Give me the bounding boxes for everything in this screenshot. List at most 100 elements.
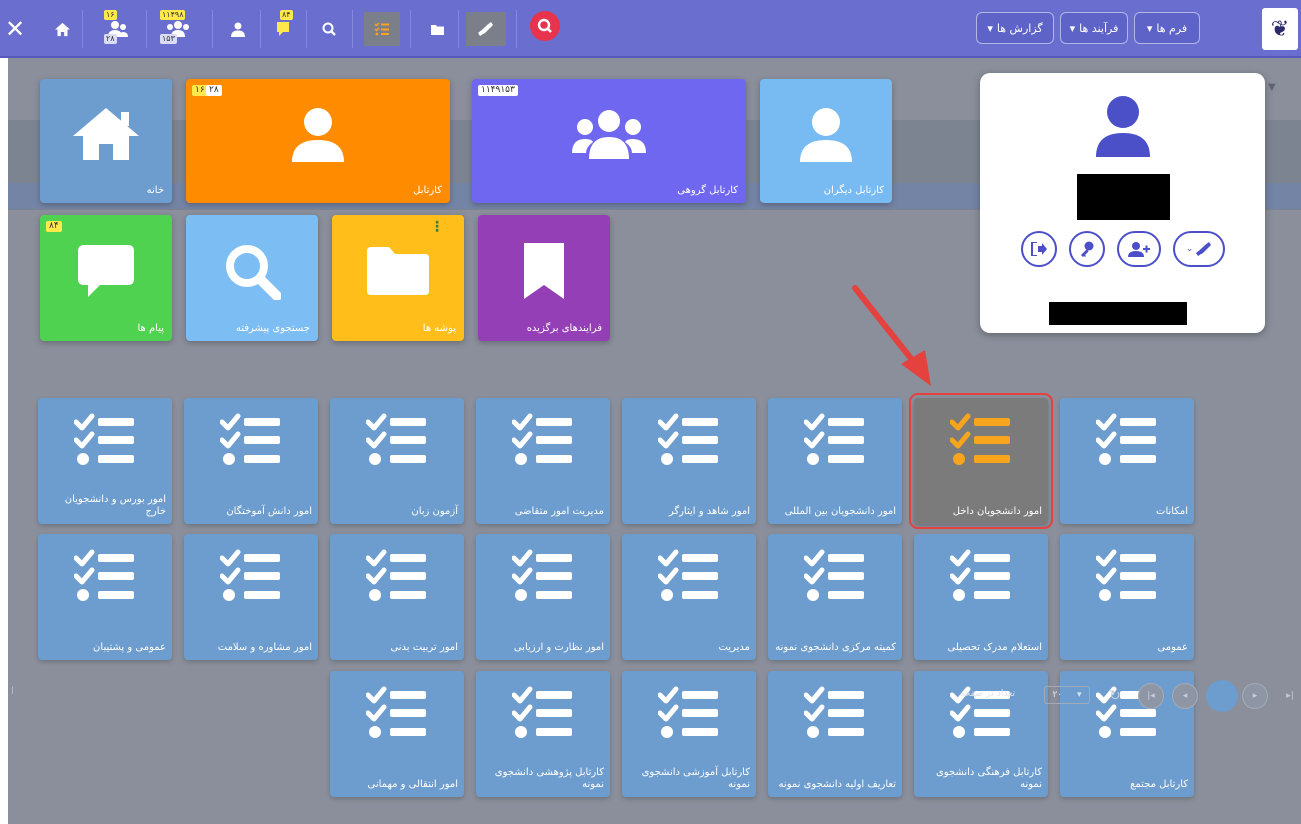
people-icon[interactable]: ۱۱۴۹۸ ۱۵۳	[158, 10, 198, 46]
menu-tile[interactable]: امور نظارت و ارزیابی	[476, 534, 610, 660]
university-logo-icon: ❦	[1262, 8, 1298, 50]
menu-tile[interactable]: استعلام مدرک تحصیلی	[914, 534, 1048, 660]
tile-group-kartable[interactable]: ۱۱۴۹۱۵۳ کارتابل گروهی	[472, 79, 746, 203]
checklist-icon	[1095, 413, 1158, 471]
message-icon[interactable]: ۸۴	[270, 10, 296, 46]
menu-tile[interactable]: امور تربیت بدنی	[330, 534, 464, 660]
menu-tile[interactable]: امور دانشجویان بین المللی	[768, 398, 902, 524]
menu-tile[interactable]: امور مشاوره و سلامت	[184, 534, 318, 660]
processes-menu-button[interactable]: ▾ فرآیند ها	[1060, 12, 1128, 44]
menu-tile[interactable]: مدیریت	[622, 534, 756, 660]
menu-tile[interactable]: آزمون زبان	[330, 398, 464, 524]
tile-label: فرایندهای برگزیده	[526, 323, 602, 334]
badge: ۱۶	[104, 10, 117, 20]
tile-kartable[interactable]: ۱۶ ۲۸ کارتابل	[186, 79, 450, 203]
menu-tile[interactable]: کارتابل پژوهشی دانشجوی نمونه	[476, 671, 610, 797]
home-icon[interactable]	[50, 12, 74, 46]
menu-tile[interactable]: امور بورس و دانشجویان خارج	[38, 398, 172, 524]
left-edge	[0, 58, 8, 824]
menu-tile-label: تعاریف اولیه دانشجوی نمونه	[778, 779, 896, 790]
search-icon[interactable]	[318, 12, 340, 46]
user-icon	[290, 106, 346, 166]
badge: ۱۱۴۹۸	[160, 10, 186, 20]
checklist-icon	[365, 686, 428, 744]
menu-tile[interactable]: کارتابل آموزشی دانشجوی نمونه	[622, 671, 756, 797]
menu-tile[interactable]: تعاریف اولیه دانشجوی نمونه	[768, 671, 902, 797]
key-icon	[1081, 241, 1094, 257]
tile-folders[interactable]: ⋮ پوشه ها	[332, 215, 464, 341]
menu-tile-label: مدیریت امور متقاضی	[514, 506, 604, 517]
badge: ۸۴	[280, 10, 293, 20]
close-icon[interactable]: ✕	[4, 12, 26, 46]
task-list-icon[interactable]	[364, 12, 400, 46]
tile-favorite-processes[interactable]: فرایندهای برگزیده	[478, 215, 610, 341]
menu-tile-label: کارتابل آموزشی دانشجوی نمونه	[641, 767, 750, 790]
tile-label: پوشه ها	[422, 323, 456, 334]
menu-tile[interactable]: امور شاهد و ایثارگر	[622, 398, 756, 524]
checklist-icon	[219, 413, 282, 471]
last-page-icon[interactable]: ▸|	[1277, 683, 1301, 709]
menu-tile-label: امور شاهد و ایثارگر	[668, 506, 750, 517]
top-bar: ✕ ۱۶ ۲۸ ۱۱۴۹۸ ۱۵۳ ۸۴ ▾گزارش ها ▾فرآیند	[0, 0, 1301, 58]
menu-tile-label: امور انتقالی و مهمانی	[367, 779, 458, 790]
checklist-icon	[365, 413, 428, 471]
checklist-icon	[803, 413, 866, 471]
folder-icon	[367, 246, 429, 299]
menu-tile[interactable]: امکانات	[1060, 398, 1194, 524]
menu-tile-label: کارتابل پژوهشی دانشجوی نمونه	[494, 767, 604, 790]
folder-icon[interactable]	[426, 12, 448, 46]
redacted-name	[1077, 174, 1170, 220]
first-page-icon[interactable]: |◂	[1138, 683, 1164, 709]
forms-menu-button[interactable]: ▾ فرم ها	[1134, 12, 1200, 44]
tile-label: پیام ها	[137, 323, 164, 334]
tile-others-kartable[interactable]: کارتابل دیگران	[760, 79, 892, 203]
page-size-select[interactable]: ۲۰ ▾	[1044, 686, 1090, 704]
profile-card: ⌄	[980, 73, 1265, 333]
menu-tile[interactable]: عمومی	[1060, 534, 1194, 660]
logout-icon	[1031, 242, 1047, 256]
change-password-button[interactable]	[1069, 231, 1105, 267]
checklist-icon	[657, 549, 720, 607]
reports-menu-button[interactable]: ▾ گزارش ها	[976, 12, 1054, 44]
checklist-icon	[1095, 549, 1158, 607]
more-vertical-icon[interactable]: ⋮	[430, 219, 444, 235]
chevron-down-icon: ▾	[987, 21, 993, 35]
current-page-indicator[interactable]	[1206, 680, 1238, 712]
menu-tile[interactable]: عمومی و پشتیبان	[38, 534, 172, 660]
tile-home[interactable]: خانه	[40, 79, 172, 203]
prev-page-icon[interactable]: ◂	[1172, 683, 1198, 709]
tile-messages[interactable]: ۸۴ پیام ها	[40, 215, 172, 341]
user-plus-icon	[1128, 241, 1150, 257]
phone-dropdown-button[interactable]: ⌄	[1173, 231, 1225, 267]
menu-tile[interactable]: امور دانش آموختگان	[184, 398, 318, 524]
filter-icon: ▼	[1268, 82, 1276, 93]
menu-tile[interactable]: کمیته مرکزی دانشجوی نمونه	[768, 534, 902, 660]
menu-tile-label: امور مشاوره و سلامت	[217, 642, 312, 653]
next-page-icon[interactable]: ▸	[1242, 683, 1268, 709]
checklist-icon	[803, 549, 866, 607]
menu-tile-selected[interactable]: امور دانشجویان داخل	[909, 393, 1053, 529]
page-size-value: ۲۰	[1052, 690, 1063, 700]
phone-icon[interactable]	[466, 12, 506, 46]
tile-label: خانه	[146, 185, 164, 196]
menu-tile-label: آزمون زبان	[411, 506, 458, 517]
logout-button[interactable]	[1021, 231, 1057, 267]
home-icon	[71, 106, 141, 166]
menu-tile[interactable]: مدیریت امور متقاضی	[476, 398, 610, 524]
badge: ۱۵۳	[160, 34, 177, 44]
user-icon[interactable]	[226, 12, 250, 46]
tile-advanced-search[interactable]: جستجوی پیشرفته	[186, 215, 318, 341]
add-user-button[interactable]	[1117, 231, 1161, 267]
checklist-icon	[949, 549, 1012, 607]
checklist-icon	[219, 549, 282, 607]
redacted-info	[1049, 302, 1187, 325]
red-search-icon[interactable]	[530, 11, 560, 41]
menu-tile[interactable]: امور انتقالی و مهمانی	[330, 671, 464, 797]
menu-tile-label: امور دانشجویان داخل	[952, 506, 1042, 517]
refresh-icon[interactable]: ↻	[1102, 683, 1128, 709]
menu-tile-label: امور دانش آموختگان	[226, 506, 312, 517]
annotation-arrow-icon	[852, 285, 931, 386]
group-kartable-icon[interactable]: ۱۶ ۲۸	[100, 10, 136, 46]
menu-tile-label: امور دانشجویان بین المللی	[784, 506, 896, 517]
tile-label: کارتابل دیگران	[823, 185, 884, 196]
